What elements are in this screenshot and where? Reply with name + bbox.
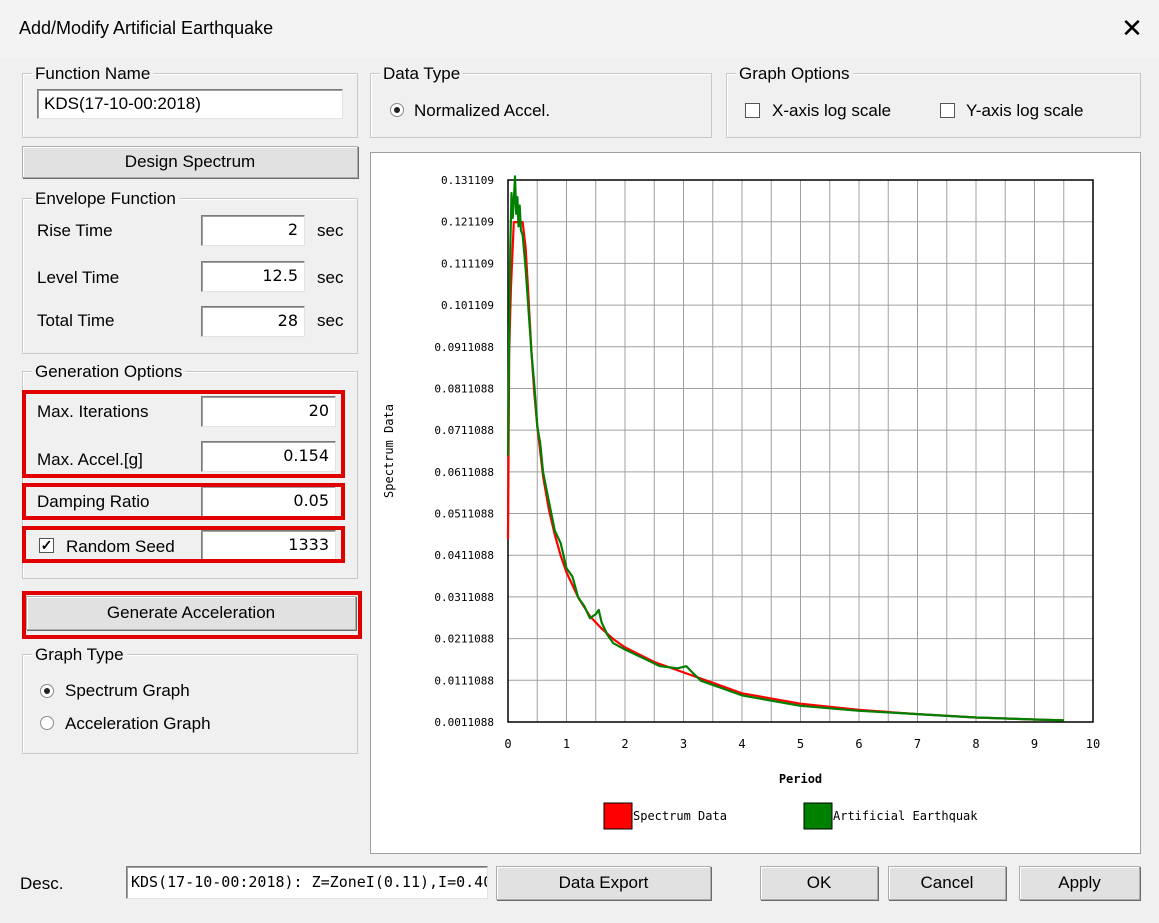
legend-label: Spectrum Data (633, 809, 727, 823)
data-export-button[interactable]: Data Export (496, 866, 711, 900)
level-time-label: Level Time (37, 268, 120, 287)
x-tick-label: 4 (738, 737, 745, 751)
y-tick-label: 0.0011088 (434, 716, 494, 729)
y-tick-label: 0.121109 (441, 216, 494, 229)
x-axis-title: Period (779, 772, 822, 786)
x-tick-label: 6 (855, 737, 862, 751)
legend-swatch-artificial (803, 802, 833, 830)
legend-swatch-spectrum (603, 802, 633, 830)
data-type-label: Data Type (380, 64, 464, 84)
window-title: Add/Modify Artificial Earthquake (19, 18, 274, 38)
generation-options-label: Generation Options (32, 362, 186, 382)
x-log-label: X-axis log scale (772, 101, 892, 120)
x-tick-label: 5 (797, 737, 804, 751)
spectrum-data-line (506, 220, 1064, 722)
acceleration-graph-label: Acceleration Graph (65, 714, 211, 733)
y-axis-title: Spectrum Data (382, 404, 396, 498)
y-tick-label: 0.111109 (441, 257, 494, 270)
desc-label: Desc. (20, 874, 64, 893)
normalized-accel-label: Normalized Accel. (414, 101, 551, 120)
apply-button[interactable]: Apply (1019, 866, 1140, 900)
x-tick-label: 0 (504, 737, 511, 751)
desc-input[interactable]: KDS(17-10-00:2018): Z=ZoneI(0.11),I=0.40 (126, 866, 488, 899)
x-tick-label: 3 (680, 737, 687, 751)
rise-time-input[interactable]: 2 (201, 215, 305, 246)
random-seed-label: Random Seed (66, 537, 175, 556)
max-accel-input[interactable]: 0.154 (201, 441, 336, 472)
total-time-unit: sec (317, 311, 344, 330)
design-spectrum-button[interactable]: Design Spectrum (22, 146, 358, 178)
x-tick-label: 9 (1031, 737, 1038, 751)
spectrum-graph-radio[interactable] (40, 684, 54, 698)
normalized-accel-radio[interactable] (390, 103, 404, 117)
random-seed-checkbox[interactable]: ✓ (39, 538, 54, 553)
function-name-input[interactable]: KDS(17-10-00:2018) (37, 89, 343, 119)
y-tick-label: 0.0211088 (434, 633, 494, 646)
cancel-button[interactable]: Cancel (888, 866, 1006, 900)
spectrum-graph-label: Spectrum Graph (65, 681, 190, 700)
x-log-checkbox[interactable] (745, 103, 760, 118)
legend-label: Artificial Earthquak (833, 809, 978, 823)
y-log-checkbox[interactable] (940, 103, 955, 118)
graph-type-label: Graph Type (32, 645, 127, 665)
y-tick-label: 0.131109 (441, 174, 494, 187)
x-tick-label: 7 (914, 737, 921, 751)
random-seed-input[interactable]: 1333 (201, 530, 336, 561)
y-tick-label: 0.0511088 (434, 508, 494, 521)
damping-ratio-label: Damping Ratio (37, 492, 150, 511)
max-iterations-input[interactable]: 20 (201, 396, 336, 427)
close-icon[interactable]: ✕ (1118, 12, 1146, 44)
rise-time-unit: sec (317, 221, 344, 240)
x-tick-label: 2 (621, 737, 628, 751)
graph-type-group (22, 654, 358, 754)
ok-button[interactable]: OK (760, 866, 878, 900)
function-name-label: Function Name (32, 64, 154, 84)
y-log-label: Y-axis log scale (966, 101, 1084, 120)
level-time-input[interactable]: 12.5 (201, 261, 305, 292)
max-iterations-label: Max. Iterations (37, 402, 149, 421)
x-tick-label: 1 (563, 737, 570, 751)
total-time-input[interactable]: 28 (201, 306, 305, 337)
y-tick-label: 0.0411088 (434, 549, 494, 562)
y-tick-label: 0.101109 (441, 299, 494, 312)
damping-ratio-input[interactable]: 0.05 (201, 486, 336, 517)
y-tick-label: 0.0611088 (434, 466, 494, 479)
spectrum-chart: 0.0011088 0.0111088 0.0211088 0.0311088 0.04… (382, 174, 1100, 830)
graph-options-label: Graph Options (736, 64, 853, 84)
envelope-function-label: Envelope Function (32, 189, 179, 209)
x-tick-label: 10 (1086, 737, 1100, 751)
rise-time-label: Rise Time (37, 221, 113, 240)
level-time-unit: sec (317, 268, 344, 287)
y-tick-label: 0.0111088 (434, 674, 494, 687)
generate-acceleration-button[interactable]: Generate Acceleration (26, 596, 356, 630)
y-tick-label: 0.0711088 (434, 424, 494, 437)
y-tick-label: 0.0811088 (434, 382, 494, 395)
acceleration-graph-radio[interactable] (40, 716, 54, 730)
total-time-label: Total Time (37, 311, 115, 330)
y-tick-label: 0.0911088 (434, 341, 494, 354)
max-accel-label: Max. Accel.[g] (37, 450, 143, 469)
spectrum-plot-panel: 0.0011088 0.0111088 0.0211088 0.0311088 0.04… (370, 152, 1141, 854)
x-tick-label: 8 (972, 737, 979, 751)
y-tick-label: 0.0311088 (434, 591, 494, 604)
